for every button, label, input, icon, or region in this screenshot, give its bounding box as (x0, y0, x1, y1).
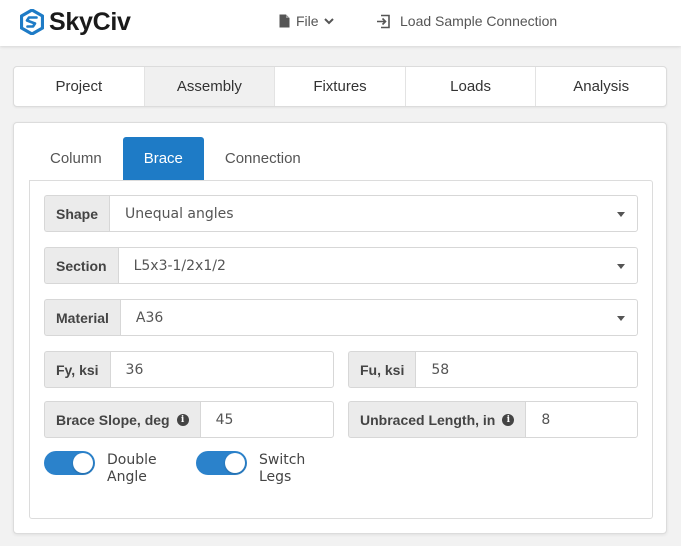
tab-fixtures[interactable]: Fixtures (275, 67, 406, 106)
double-angle-toggle-group: Double Angle (44, 451, 167, 486)
brace-slope-value: 45 (215, 411, 234, 428)
tab-loads[interactable]: Loads (406, 67, 537, 106)
shape-field: Shape Unequal angles (44, 195, 638, 232)
material-label: Material (44, 299, 120, 336)
toggle-knob (73, 453, 93, 473)
fy-value: 36 (125, 361, 144, 378)
material-field: Material A36 (44, 299, 638, 336)
material-select[interactable]: A36 (119, 299, 638, 336)
double-angle-label: Double Angle (107, 452, 157, 485)
section-value: L5x3-1/2x1/2 (133, 257, 226, 274)
main-tabs: Project Assembly Fixtures Loads Analysis (13, 66, 667, 107)
caret-down-icon (617, 211, 625, 217)
caret-down-icon (617, 263, 625, 269)
shape-label: Shape (44, 195, 110, 232)
tab-project[interactable]: Project (14, 67, 145, 106)
fu-label: Fu, ksi (348, 351, 416, 388)
fu-value: 58 (431, 361, 450, 378)
brace-form: Shape Unequal angles Section L5x3-1/2x1/… (29, 180, 653, 519)
switch-legs-label: Switch Legs (259, 452, 306, 485)
section-field: Section L5x3-1/2x1/2 (44, 247, 638, 284)
shape-value: Unequal angles (125, 205, 234, 222)
fu-input[interactable]: 58 (415, 351, 638, 388)
unbraced-length-label: Unbraced Length, in i (348, 401, 526, 438)
switch-legs-toggle[interactable] (196, 451, 247, 475)
sub-tabs: Column Brace Connection (29, 137, 322, 180)
assembly-panel: Column Brace Connection Shape Unequal an… (13, 122, 667, 534)
app-header: SkyCiv File Load Sample Connection (0, 0, 681, 46)
skyciv-logo[interactable]: SkyCiv (20, 8, 131, 36)
file-menu[interactable]: File (279, 13, 334, 29)
brace-slope-label-text: Brace Slope, deg (56, 411, 170, 428)
brace-slope-field: Brace Slope, deg i 45 (44, 401, 334, 438)
subtab-connection[interactable]: Connection (204, 137, 322, 180)
info-icon[interactable]: i (176, 413, 189, 426)
brace-slope-label: Brace Slope, deg i (44, 401, 200, 438)
file-menu-label: File (296, 13, 319, 29)
material-value: A36 (135, 309, 164, 326)
tab-analysis[interactable]: Analysis (536, 67, 666, 106)
section-select[interactable]: L5x3-1/2x1/2 (117, 247, 638, 284)
double-angle-toggle[interactable] (44, 451, 95, 475)
subtab-brace[interactable]: Brace (122, 137, 204, 180)
chevron-down-icon (323, 17, 334, 24)
skyciv-logo-icon (20, 9, 44, 35)
unbraced-length-field: Unbraced Length, in i 8 (348, 401, 638, 438)
toggle-knob (225, 453, 245, 473)
unbraced-length-label-text: Unbraced Length, in (360, 411, 496, 428)
subtab-column[interactable]: Column (29, 137, 123, 180)
brand-name: SkyCiv (49, 7, 131, 36)
fy-input[interactable]: 36 (109, 351, 334, 388)
tab-assembly[interactable]: Assembly (144, 67, 276, 106)
fy-field: Fy, ksi 36 (44, 351, 334, 388)
info-icon[interactable]: i (502, 413, 515, 426)
section-label: Section (44, 247, 118, 284)
load-sample-label: Load Sample Connection (400, 13, 558, 29)
fy-label: Fy, ksi (44, 351, 110, 388)
unbraced-length-input[interactable]: 8 (525, 401, 638, 438)
switch-legs-toggle-group: Switch Legs (196, 451, 319, 486)
unbraced-length-value: 8 (541, 411, 551, 428)
brace-slope-input[interactable]: 45 (199, 401, 334, 438)
caret-down-icon (617, 315, 625, 321)
sign-in-icon (377, 14, 390, 28)
file-icon (279, 14, 290, 28)
fu-field: Fu, ksi 58 (348, 351, 638, 388)
load-sample-connection-button[interactable]: Load Sample Connection (376, 13, 557, 29)
shape-select[interactable]: Unequal angles (109, 195, 638, 232)
